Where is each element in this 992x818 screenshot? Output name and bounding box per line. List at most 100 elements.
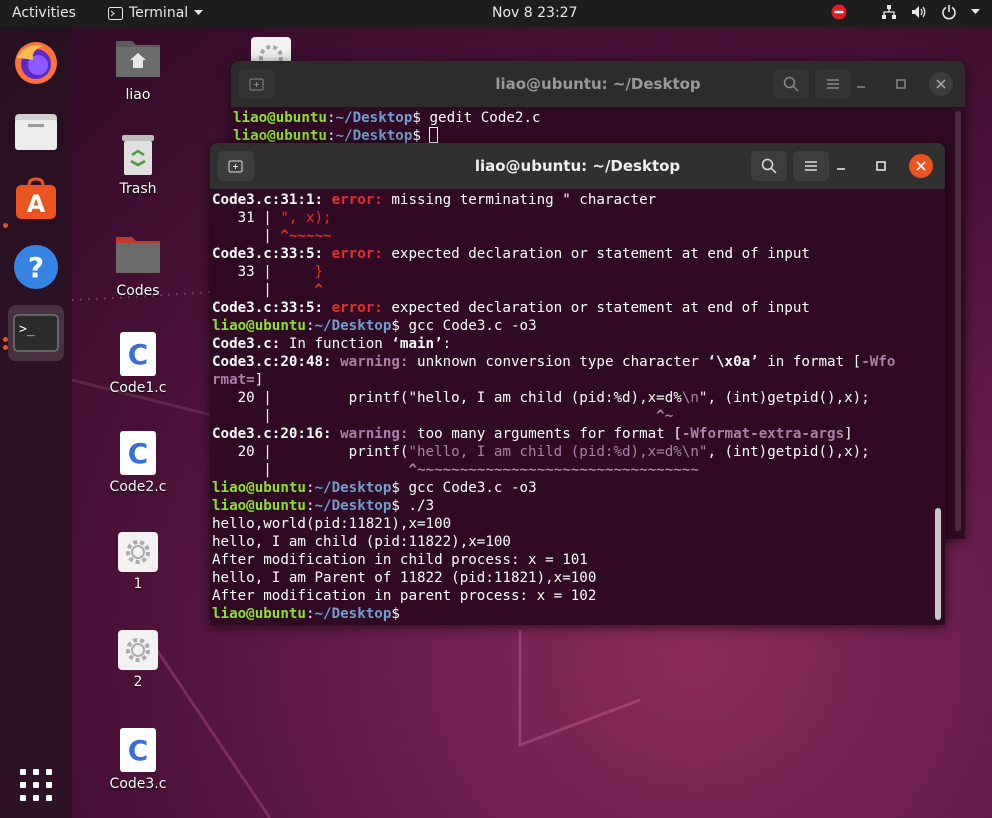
terminal-line: liao@ubuntu:~/Desktop$ — [212, 606, 409, 622]
c-source-file-icon: C — [120, 431, 156, 475]
terminal-window-front[interactable]: liao@ubuntu: ~/Desktop Code3.c:31:1: err… — [210, 143, 945, 625]
terminal-line: Code3.c:20:16: warning: too many argumen… — [212, 426, 853, 442]
close-button[interactable] — [909, 154, 933, 178]
terminal-line: | ^~~~~~ — [212, 228, 332, 244]
terminal-line: Code3.c:20:48: warning: unknown conversi… — [212, 354, 896, 370]
scrollbar-thumb[interactable] — [935, 508, 941, 620]
new-tab-button[interactable] — [218, 151, 254, 181]
terminal-line: hello, I am child (pid:11822),x=100 — [212, 534, 511, 550]
dock-terminal[interactable]: >_ — [8, 305, 64, 361]
terminal-line: Code3.c: In function ‘main’: — [212, 336, 452, 352]
window-titlebar[interactable]: liao@ubuntu: ~/Desktop — [231, 61, 965, 107]
close-icon — [936, 79, 946, 89]
prompt-path: ~/Desktop — [335, 110, 413, 126]
minimize-icon — [857, 86, 865, 88]
svg-text:>_: >_ — [19, 322, 35, 337]
terminal-line: rmat=] — [212, 372, 264, 388]
help-icon: ? — [14, 245, 58, 289]
window-titlebar[interactable]: liao@ubuntu: ~/Desktop — [210, 143, 945, 189]
prompt-user: liao@ubuntu — [233, 128, 327, 144]
desktop-icon-code3[interactable]: C Code3.c — [103, 728, 173, 792]
cursor-box — [429, 127, 439, 143]
command-text: gedit Code2.c — [429, 110, 541, 126]
terminal-line: 20 | printf("hello, I am child (pid:%d),… — [212, 390, 870, 406]
firefox-icon — [15, 42, 57, 84]
terminal-line: | ^ — [212, 282, 324, 298]
new-tab-icon — [249, 78, 264, 91]
hamburger-icon — [827, 79, 839, 89]
svg-text:?: ? — [28, 251, 44, 284]
desktop-icon-2[interactable]: 2 — [103, 630, 173, 690]
desktop-icon-liao[interactable]: liao — [103, 37, 173, 103]
executable-gear-icon — [118, 532, 158, 572]
terminal-line: | ^~~~~~~~~~~~~~~~~~~~~~~~~~~~~~~~~~ — [212, 462, 699, 478]
dock: A ? >_ — [0, 27, 72, 818]
trash-icon — [122, 135, 154, 175]
menu-button[interactable] — [815, 69, 851, 99]
minimize-icon — [837, 168, 845, 170]
dock-software[interactable]: A — [8, 171, 64, 227]
desktop-icon-label: Codes — [116, 283, 160, 299]
desktop-icon-label: liao — [125, 87, 151, 103]
terminal-line: liao@ubuntu:~/Desktop$ ./3 — [212, 498, 435, 514]
terminal-line: Code3.c:31:1: error: missing terminating… — [212, 192, 657, 208]
maximize-icon — [896, 79, 906, 89]
terminal-line: 31 | ", x); — [212, 210, 332, 226]
desktop-icon-label: Code3.c — [109, 776, 167, 792]
desktop-icon-label: 1 — [133, 576, 143, 592]
search-button[interactable] — [751, 151, 787, 181]
window-title: liao@ubuntu: ~/Desktop — [474, 157, 681, 175]
terminal-line: hello, I am Parent of 11822 (pid:11821),… — [212, 570, 597, 586]
desktop-icon-codes[interactable]: Codes — [103, 233, 173, 299]
terminal-line: Code3.c:33:5: error: expected declaratio… — [212, 300, 810, 316]
maximize-button[interactable] — [869, 154, 893, 178]
terminal-output[interactable]: Code3.c:31:1: error: missing terminating… — [210, 189, 945, 625]
desktop-icon-label: 2 — [133, 674, 143, 690]
software-icon: A — [16, 177, 56, 219]
dock-firefox[interactable] — [8, 35, 64, 91]
terminal-line: hello,world(pid:11821),x=100 — [212, 516, 452, 532]
search-icon — [761, 158, 777, 174]
scrollbar[interactable] — [955, 111, 961, 531]
terminal-line: After modification in parent process: x … — [212, 588, 597, 604]
terminal-icon: >_ — [13, 314, 59, 352]
desktop-icon-code2[interactable]: C Code2.c — [103, 431, 173, 495]
prompt-path: ~/Desktop — [335, 128, 413, 144]
desktop-icon-label: Code2.c — [109, 479, 167, 495]
files-icon — [15, 114, 57, 150]
dock-files[interactable] — [8, 103, 64, 159]
desktop-icon-trash[interactable]: Trash — [103, 133, 173, 197]
hamburger-icon — [805, 161, 817, 171]
c-source-file-icon: C — [120, 332, 156, 376]
menu-button[interactable] — [793, 151, 829, 181]
search-icon — [783, 76, 799, 92]
minimize-button[interactable] — [829, 154, 853, 178]
desktop-icon-1[interactable]: 1 — [103, 532, 173, 592]
desktop-icon-label: Trash — [119, 181, 157, 197]
terminal-line: liao@ubuntu:~/Desktop$ gcc Code3.c -o3 — [212, 480, 537, 496]
terminal-line: After modification in child process: x =… — [212, 552, 588, 568]
terminal-line: liao@ubuntu:~/Desktop$ gcc Code3.c -o3 — [212, 318, 537, 334]
new-tab-button[interactable] — [239, 69, 275, 99]
new-tab-icon — [228, 160, 243, 173]
apps-grid-icon — [20, 769, 52, 801]
svg-text:A: A — [27, 190, 46, 218]
close-button[interactable] — [929, 72, 953, 96]
desktop-icon-label: Code1.c — [109, 380, 167, 396]
maximize-icon — [876, 161, 886, 171]
close-icon — [916, 161, 926, 171]
dock-show-apps[interactable] — [8, 757, 64, 813]
maximize-button[interactable] — [889, 72, 913, 96]
c-source-file-icon: C — [120, 728, 156, 772]
home-folder-icon — [116, 41, 160, 77]
window-title: liao@ubuntu: ~/Desktop — [495, 75, 701, 93]
terminal-line: 33 | } — [212, 264, 324, 280]
executable-gear-icon — [118, 630, 158, 670]
minimize-button[interactable] — [849, 72, 873, 96]
folder-icon — [116, 237, 160, 273]
prompt-user: liao@ubuntu — [233, 110, 327, 126]
terminal-line: 20 | printf("hello, I am child (pid:%d),… — [212, 444, 870, 460]
desktop-icon-code1[interactable]: C Code1.c — [103, 332, 173, 396]
dock-help[interactable]: ? — [8, 239, 64, 295]
search-button[interactable] — [773, 69, 809, 99]
